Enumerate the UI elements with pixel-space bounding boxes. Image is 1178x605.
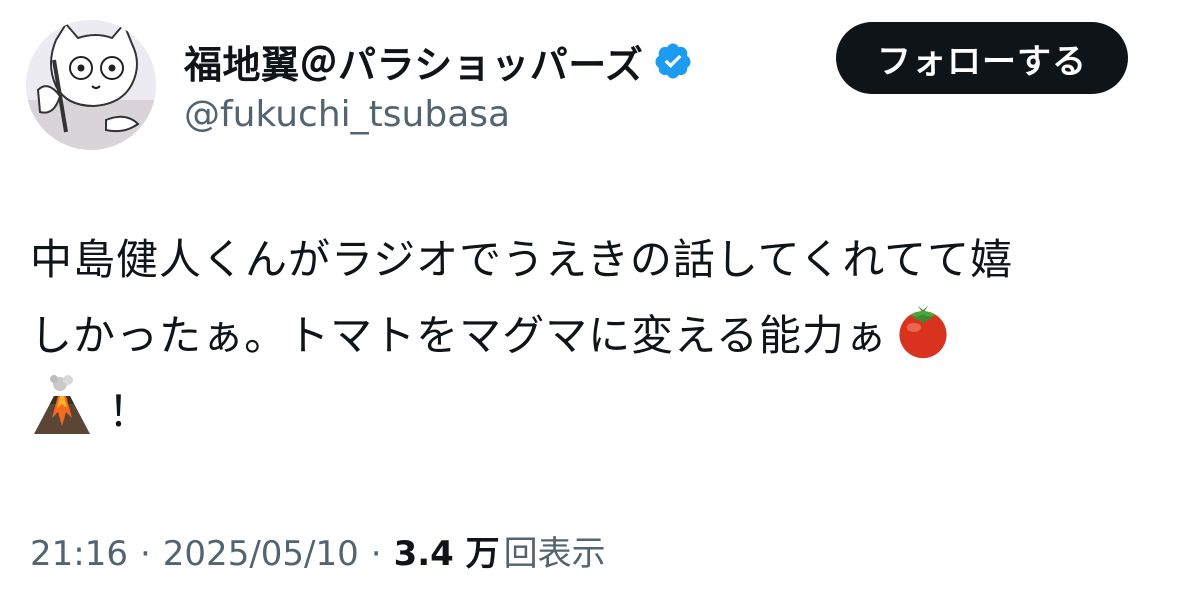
tweet-time[interactable]: 21:16 (30, 534, 128, 574)
views-label: 回表示 (503, 534, 606, 574)
volcano-emoji-icon (34, 375, 90, 434)
author-handle[interactable]: @fukuchi_tsubasa (184, 94, 804, 135)
tweet-date[interactable]: 2025/05/10 (163, 534, 359, 574)
tweet-text-line-3-text: ！ (108, 387, 152, 436)
tweet-header: 福地翼＠パラショッパーズ @fukuchi_tsubasa フォローする (24, 20, 1154, 155)
tweet-meta: 21:16 · 2025/05/10 · 3.4 万 回表示 (30, 526, 606, 575)
tweet-text-line-2: しかったぁ。トマトをマグマに変える能力ぁ (30, 298, 1150, 374)
meta-separator: · (370, 534, 382, 574)
display-name-row: 福地翼＠パラショッパーズ (184, 38, 804, 87)
views-count[interactable]: 3.4 万 (394, 526, 500, 575)
tweet-text-line-2-text: しかったぁ。トマトをマグマに変える能力ぁ (30, 311, 888, 360)
display-name[interactable]: 福地翼＠パラショッパーズ (184, 34, 643, 89)
follow-button[interactable]: フォローする (836, 22, 1128, 94)
tweet-text-line-3: ！ (30, 374, 1150, 450)
tomato-emoji-icon (899, 305, 947, 359)
avatar[interactable] (26, 20, 156, 150)
tweet-text: 中島健人くんがラジオでうえきの話してくれてて嬉 しかったぁ。トマトをマグマに変え… (30, 222, 1150, 450)
tweet-card: 福地翼＠パラショッパーズ @fukuchi_tsubasa フォローする 中島健… (0, 0, 1178, 605)
cartoon-cat-avatar-icon (26, 20, 156, 150)
meta-separator: · (139, 534, 151, 574)
tweet-text-line-1: 中島健人くんがラジオでうえきの話してくれてて嬉 (30, 235, 1014, 284)
verified-badge-icon (655, 43, 691, 79)
author-names: 福地翼＠パラショッパーズ @fukuchi_tsubasa (184, 38, 804, 135)
